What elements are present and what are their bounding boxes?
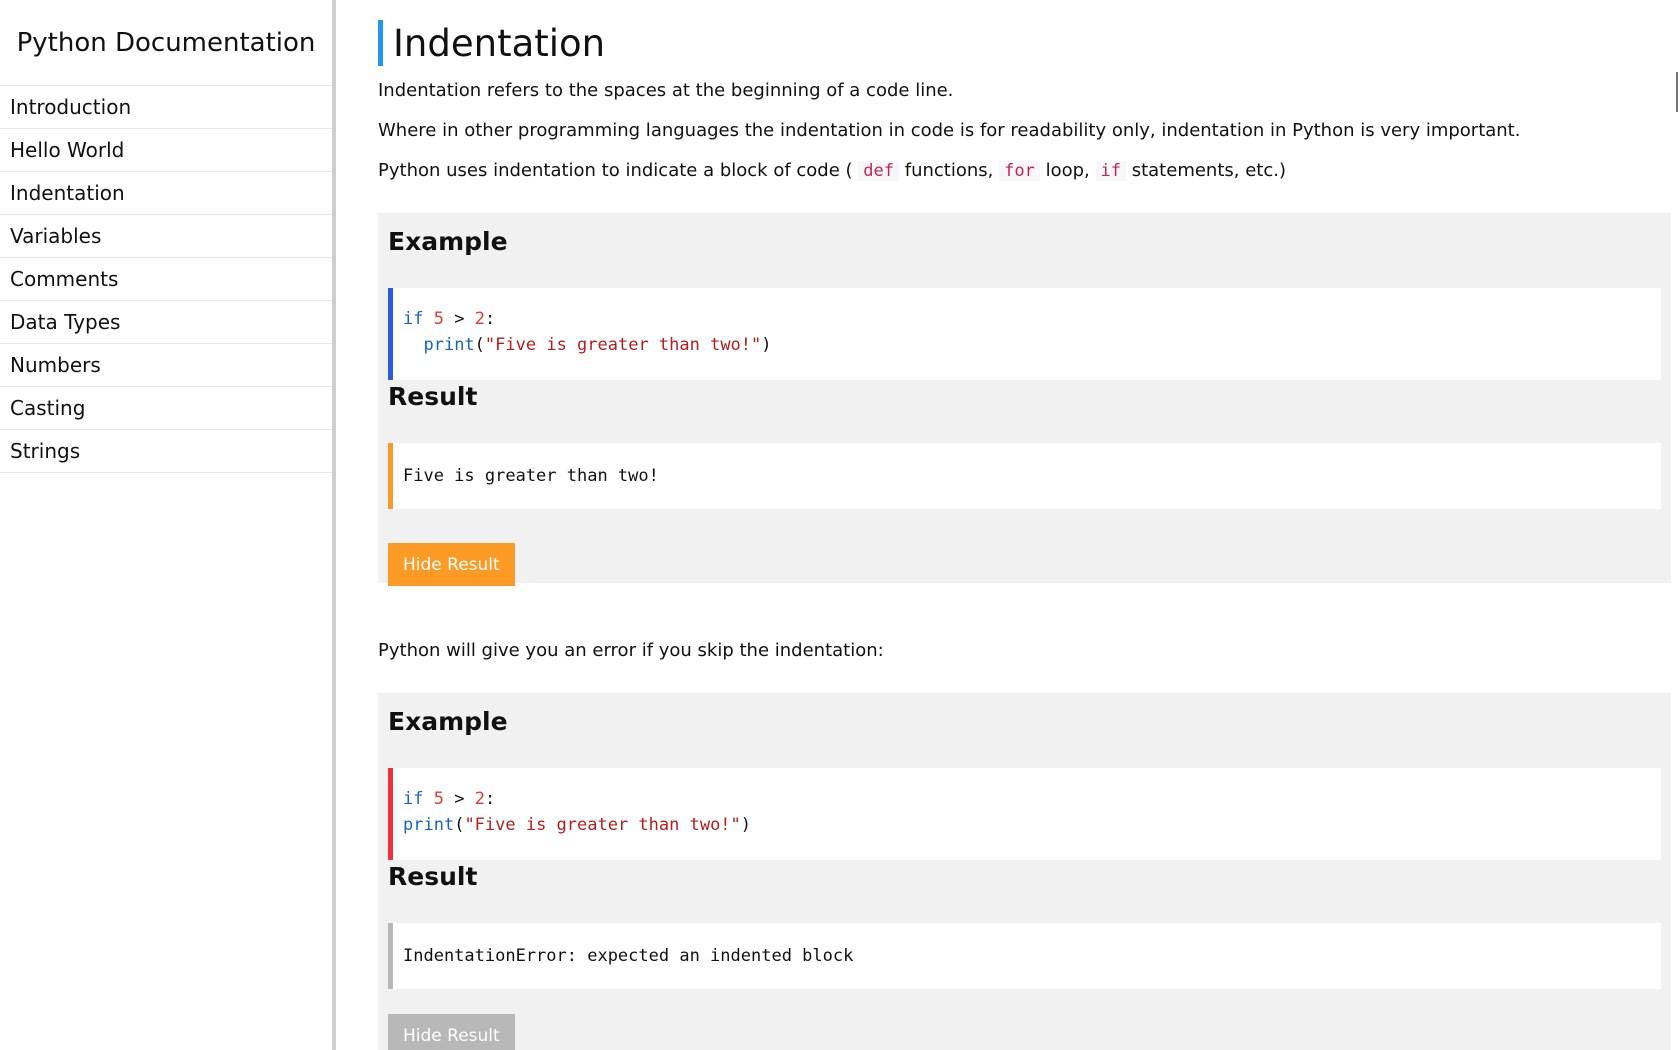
sidebar-item-introduction[interactable]: Introduction bbox=[0, 86, 332, 129]
code-paren: ) bbox=[740, 815, 752, 835]
block-paragraph-text-1: Python uses indentation to indicate a bl… bbox=[378, 160, 853, 181]
page-title: Indentation bbox=[393, 21, 606, 65]
code-paren: ( bbox=[474, 335, 485, 355]
sidebar-item-variables[interactable]: Variables bbox=[0, 215, 332, 258]
code-line-1: if 5 > 2: bbox=[403, 306, 1661, 332]
error-paragraph: Python will give you an error if you ski… bbox=[378, 640, 884, 661]
block-paragraph-text-4: statements, etc.) bbox=[1131, 160, 1286, 181]
keyword-if: if bbox=[1095, 161, 1126, 181]
code-function: print bbox=[423, 335, 475, 355]
code-paren: ) bbox=[761, 335, 772, 355]
sidebar-item-strings[interactable]: Strings bbox=[0, 430, 332, 473]
block-paragraph-text-3: loop, bbox=[1045, 160, 1090, 181]
hide-result-button-1[interactable]: Hide Result bbox=[388, 543, 515, 586]
code-keyword: if bbox=[403, 789, 424, 809]
sidebar-item-comments[interactable]: Comments bbox=[0, 258, 332, 301]
example-label: Example bbox=[388, 707, 508, 736]
code-string: "Five is greater than two!" bbox=[464, 815, 741, 835]
code-number: 5 bbox=[433, 789, 444, 809]
example-box-1: Example if 5 > 2: print("Five is greater… bbox=[378, 213, 1671, 586]
page-heading: Indentation bbox=[378, 20, 605, 66]
code-function: print bbox=[403, 815, 455, 835]
code-colon: : bbox=[484, 789, 496, 809]
sidebar-item-data-types[interactable]: Data Types bbox=[0, 301, 332, 344]
code-block-correct: if 5 > 2: print("Five is greater than tw… bbox=[388, 288, 1661, 380]
result-output-1: Five is greater than two! bbox=[388, 443, 1661, 509]
heading-accent-bar bbox=[378, 20, 383, 66]
main-content: Indentation Indentation refers to the sp… bbox=[378, 0, 1671, 1050]
code-paren: ( bbox=[454, 815, 465, 835]
scrollbar-thumb[interactable] bbox=[1676, 72, 1678, 112]
code-operator: > bbox=[454, 309, 465, 329]
code-line-2: print("Five is greater than two!") bbox=[403, 332, 1661, 358]
sidebar-title: Python Documentation bbox=[0, 0, 332, 86]
code-number: 5 bbox=[433, 309, 444, 329]
example-box-2: Example if 5 > 2: print("Five is greater… bbox=[378, 693, 1671, 1050]
code-keyword: if bbox=[403, 309, 424, 329]
result-output-2: IndentationError: expected an indented b… bbox=[388, 923, 1661, 989]
importance-paragraph: Where in other programming languages the… bbox=[378, 120, 1521, 141]
code-line-1: if 5 > 2: bbox=[403, 786, 1661, 812]
code-string: "Five is greater than two!" bbox=[484, 335, 762, 355]
code-block-incorrect: if 5 > 2: print("Five is greater than tw… bbox=[388, 768, 1661, 860]
sidebar-item-casting[interactable]: Casting bbox=[0, 387, 332, 430]
keyword-def: def bbox=[858, 161, 900, 181]
intro-paragraph: Indentation refers to the spaces at the … bbox=[378, 80, 954, 101]
sidebar: Python Documentation Introduction Hello … bbox=[0, 0, 336, 1050]
sidebar-item-numbers[interactable]: Numbers bbox=[0, 344, 332, 387]
code-number: 2 bbox=[474, 789, 485, 809]
sidebar-item-indentation[interactable]: Indentation bbox=[0, 172, 332, 215]
keyword-for: for bbox=[999, 161, 1040, 181]
code-line-2: print("Five is greater than two!") bbox=[403, 812, 1661, 838]
code-number: 2 bbox=[474, 309, 485, 329]
block-paragraph: Python uses indentation to indicate a bl… bbox=[378, 160, 1286, 181]
code-colon: : bbox=[484, 309, 496, 329]
result-label: Result bbox=[388, 382, 478, 411]
sidebar-item-hello-world[interactable]: Hello World bbox=[0, 129, 332, 172]
result-label: Result bbox=[388, 862, 478, 891]
example-label: Example bbox=[388, 227, 508, 256]
hide-result-button-2[interactable]: Hide Result bbox=[388, 1014, 515, 1050]
code-operator: > bbox=[454, 789, 465, 809]
block-paragraph-text-2: functions, bbox=[904, 160, 994, 181]
